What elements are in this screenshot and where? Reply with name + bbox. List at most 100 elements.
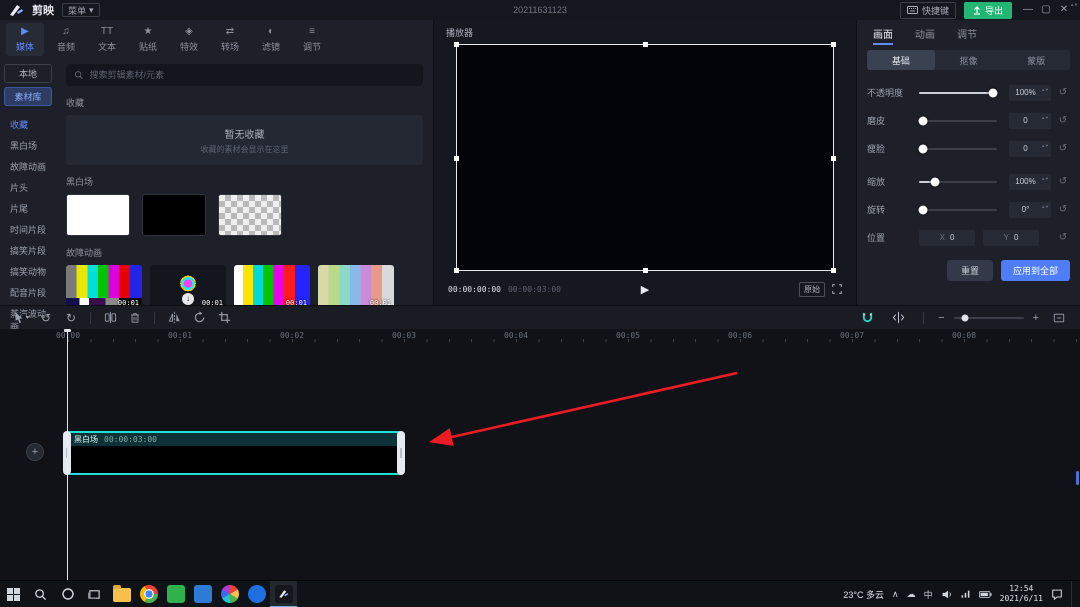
nav-item-intro[interactable]: 片头 <box>4 177 52 198</box>
nav-item-funny-animals[interactable]: 搞笑动物 <box>4 261 52 282</box>
nav-group-library[interactable]: 素材库 <box>4 87 52 106</box>
weather-widget[interactable]: 23°C 多云 <box>843 588 884 601</box>
scale-slider[interactable] <box>919 181 997 183</box>
app-browser[interactable] <box>135 581 162 607</box>
zoom-out-button[interactable]: − <box>938 312 944 324</box>
zoom-knob[interactable] <box>961 314 968 321</box>
tab-transition[interactable]: ⇄转场 <box>211 23 249 56</box>
cloud-sync-icon[interactable]: ☁ <box>907 589 916 600</box>
preview-handle[interactable] <box>454 268 459 273</box>
tab-animation[interactable]: 动画 <box>913 22 937 45</box>
preview-handle[interactable] <box>454 42 459 47</box>
crop-button[interactable] <box>213 309 235 327</box>
preview-axis-button[interactable] <box>887 309 909 327</box>
preview-handle[interactable] <box>643 268 648 273</box>
download-icon[interactable]: ↓ <box>182 293 194 305</box>
tab-sticker[interactable]: ★贴纸 <box>129 23 167 56</box>
app-capcut-active[interactable] <box>270 581 297 607</box>
reset-opacity-icon[interactable]: ↺ <box>1056 87 1070 98</box>
nav-item-time-clips[interactable]: 时间片段 <box>4 219 52 240</box>
search-input[interactable] <box>90 70 415 80</box>
app-pinwheel[interactable] <box>216 581 243 607</box>
start-button[interactable] <box>0 581 27 607</box>
delete-button[interactable] <box>124 309 146 327</box>
stepper-arrows-icon[interactable]: ▲▼ <box>1041 204 1049 209</box>
tab-picture[interactable]: 画面 <box>871 22 895 45</box>
task-view-button[interactable] <box>81 581 108 607</box>
preview-handle[interactable] <box>454 156 459 161</box>
opacity-stepper[interactable]: 100%▲▼ <box>1009 85 1051 101</box>
cortana-button[interactable] <box>54 581 81 607</box>
position-x-stepper[interactable]: X0▲▼ <box>919 230 975 246</box>
reset-scale-icon[interactable]: ↺ <box>1056 176 1070 187</box>
subtab-chroma[interactable]: 抠像 <box>935 50 1003 70</box>
nav-item-blackwhite[interactable]: 黑白场 <box>4 135 52 156</box>
rotation-stepper[interactable]: 0°▲▼ <box>1009 202 1051 218</box>
preview-quality-dropdown[interactable]: 原始 <box>799 282 825 297</box>
glitch-thumb[interactable]: 00:01 <box>66 265 142 305</box>
blackwhite-thumb-black[interactable] <box>142 194 206 236</box>
stepper-arrows-icon[interactable]: ▲▼ <box>1041 143 1049 148</box>
preview-handle[interactable] <box>831 42 836 47</box>
glitch-thumb[interactable]: 00:01 <box>318 265 394 305</box>
timeline[interactable]: 00:00 00:01 00:02 00:03 00:04 00:05 00:0… <box>0 329 1080 580</box>
fit-timeline-button[interactable] <box>1048 309 1070 327</box>
position-y-stepper[interactable]: Y0▲▼ <box>983 230 1039 246</box>
network-icon[interactable] <box>960 589 971 600</box>
timeline-ruler[interactable]: 00:00 00:01 00:02 00:03 00:04 00:05 00:0… <box>0 329 1080 347</box>
blackwhite-thumb-white[interactable] <box>66 194 130 236</box>
reset-rotation-icon[interactable]: ↺ <box>1056 204 1070 215</box>
app-file-explorer[interactable] <box>108 581 135 607</box>
tab-adjust[interactable]: ≡调节 <box>293 23 331 56</box>
timeline-scrollbar[interactable] <box>1076 471 1079 485</box>
redo-button[interactable]: ↻ <box>60 309 82 327</box>
battery-icon[interactable] <box>979 590 992 599</box>
select-tool-button[interactable]: ▾ <box>10 309 32 327</box>
playhead[interactable] <box>67 329 68 580</box>
glitch-thumb[interactable]: 00:01 <box>234 265 310 305</box>
timeline-clip-blackwhite[interactable]: 黑白场 00:00:03:00 <box>66 431 402 475</box>
tab-effects[interactable]: ◈特效 <box>170 23 208 56</box>
hidden-icons-chevron[interactable]: ∧ <box>892 589 899 600</box>
tab-audio[interactable]: ♫音频 <box>47 23 85 56</box>
preview-canvas[interactable] <box>456 44 834 271</box>
stepper-arrows-icon[interactable]: ▲▼ <box>1041 176 1049 181</box>
smooth-skin-slider[interactable] <box>919 120 997 122</box>
mirror-button[interactable] <box>163 309 185 327</box>
subtab-basic[interactable]: 基础 <box>867 50 935 70</box>
reset-smooth-skin-icon[interactable]: ↺ <box>1056 115 1070 126</box>
nav-item-funny-clips[interactable]: 搞笑片段 <box>4 240 52 261</box>
apply-to-all-button[interactable]: 应用到全部 <box>1001 260 1070 281</box>
tab-media[interactable]: ▶媒体 <box>6 23 44 56</box>
nav-item-outro[interactable]: 片尾 <box>4 198 52 219</box>
taskbar-search-button[interactable] <box>27 581 54 607</box>
fullscreen-icon[interactable] <box>832 284 842 294</box>
menu-dropdown[interactable]: 菜单▾ <box>62 3 100 17</box>
preview-handle[interactable] <box>831 268 836 273</box>
notification-center-icon[interactable] <box>1051 588 1063 600</box>
smooth-skin-stepper[interactable]: 0▲▼ <box>1009 113 1051 129</box>
blackwhite-thumb-transparent[interactable] <box>218 194 282 236</box>
reset-button[interactable]: 重置 <box>947 260 993 281</box>
opacity-slider[interactable] <box>919 92 997 94</box>
preview-handle[interactable] <box>831 156 836 161</box>
export-button[interactable]: 导出 <box>964 2 1012 19</box>
undo-button[interactable]: ↺ <box>35 309 57 327</box>
minimize-button[interactable]: — <box>1020 3 1036 17</box>
play-button[interactable]: ▶ <box>641 283 649 296</box>
stepper-arrows-icon[interactable]: ▲▼ <box>1041 87 1049 92</box>
stepper-arrows-icon[interactable]: ▲▼ <box>1041 115 1049 120</box>
reset-slim-face-icon[interactable]: ↺ <box>1056 143 1070 154</box>
glitch-thumb[interactable]: ↓00:01 <box>150 265 226 305</box>
reset-position-icon[interactable]: ↺ <box>1056 232 1070 243</box>
add-media-button[interactable]: + <box>26 443 44 461</box>
subtab-mask[interactable]: 蒙版 <box>1002 50 1070 70</box>
search-bar[interactable] <box>66 64 423 86</box>
maximize-button[interactable]: ▢ <box>1038 3 1054 17</box>
app-messenger[interactable] <box>243 581 270 607</box>
tab-filter[interactable]: ◐滤镜 <box>252 23 290 56</box>
ime-language-indicator[interactable]: 中 <box>924 588 933 601</box>
preview-handle[interactable] <box>643 42 648 47</box>
nav-item-glitch[interactable]: 故障动画 <box>4 156 52 177</box>
tab-adjustment[interactable]: 调节 <box>955 22 979 45</box>
